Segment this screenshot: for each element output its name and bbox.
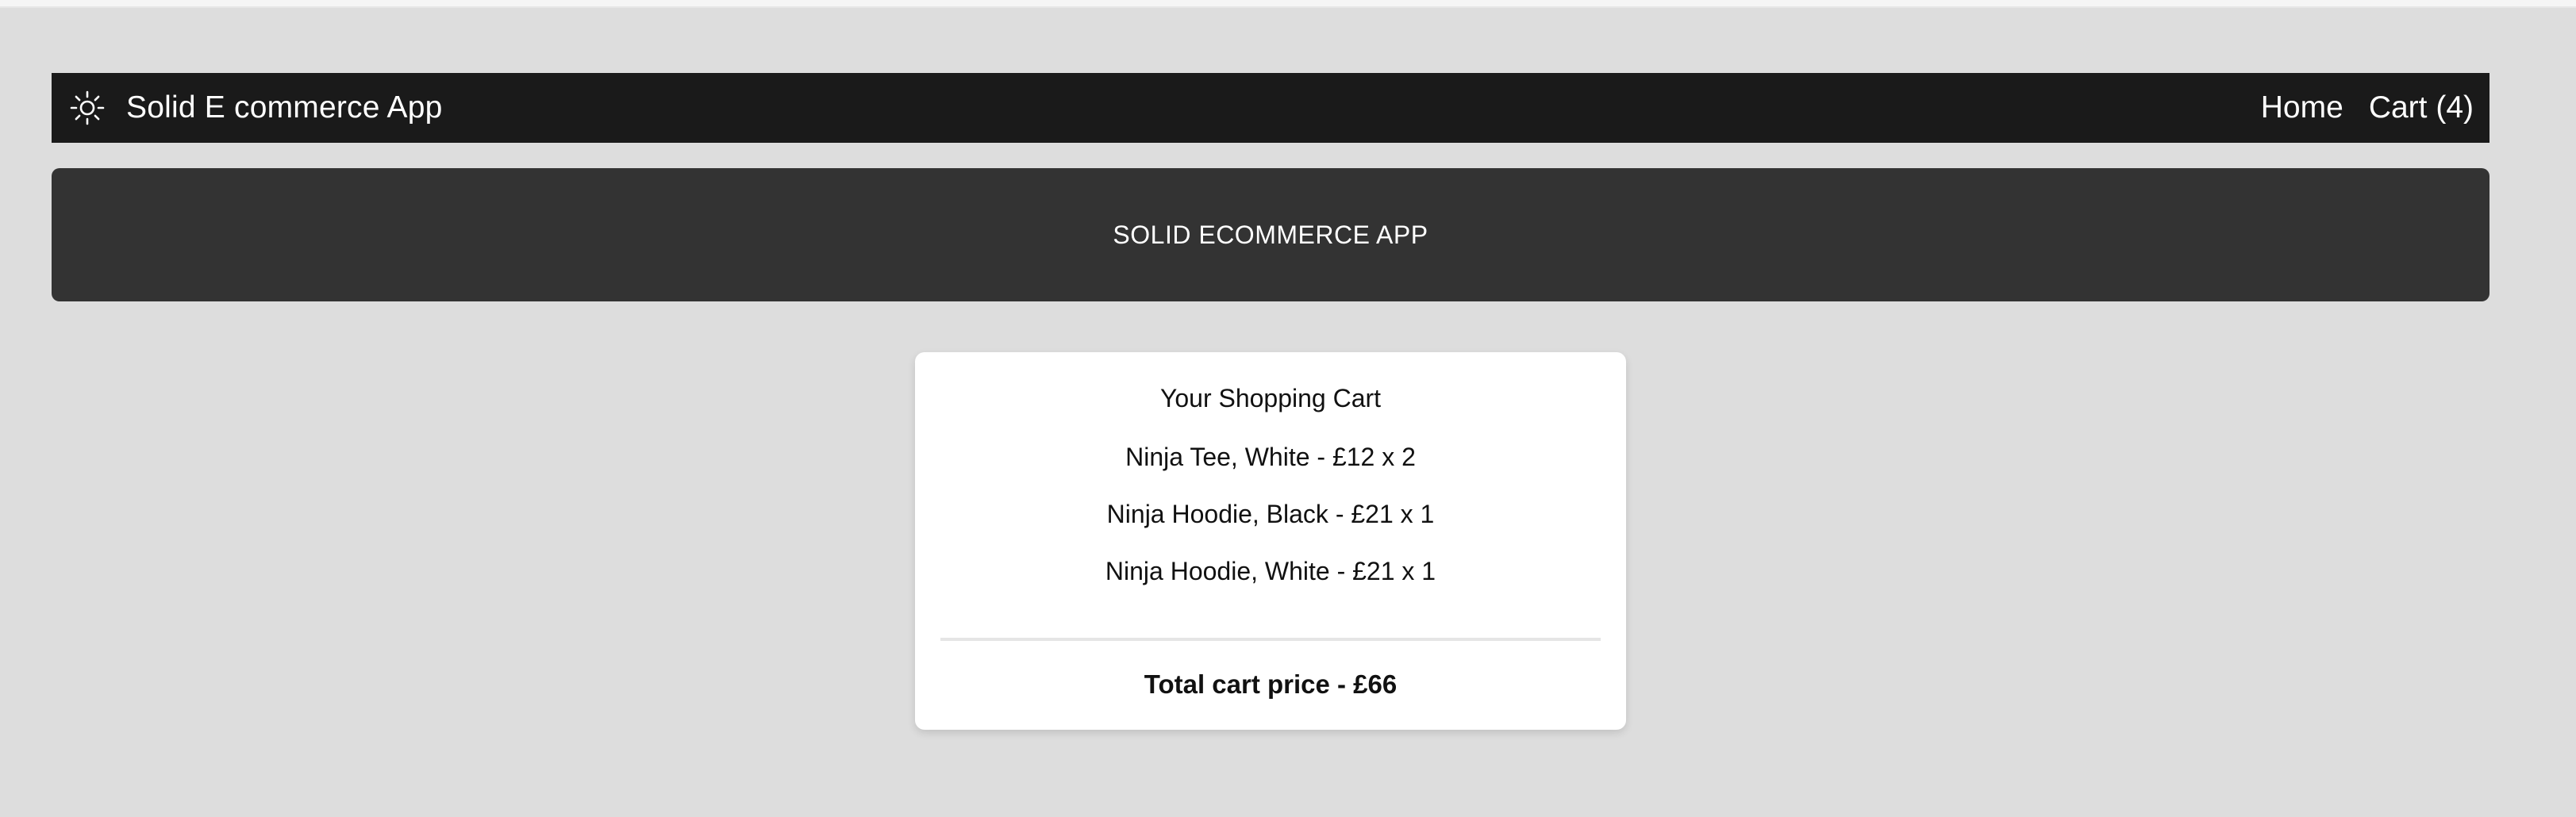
- hero-banner: SOLID ECOMMERCE APP: [52, 168, 2489, 301]
- navbar-links: Home Cart (4): [2261, 90, 2474, 125]
- nav-home-link[interactable]: Home: [2261, 90, 2343, 125]
- cart-item: Ninja Hoodie, White - £21 x 1: [1105, 557, 1436, 585]
- cart-title: Your Shopping Cart: [1159, 384, 1382, 412]
- cart-item: Ninja Hoodie, Black - £21 x 1: [1106, 500, 1435, 528]
- banner-title: SOLID ECOMMERCE APP: [1113, 220, 1428, 249]
- nav-cart-link[interactable]: Cart (4): [2369, 90, 2474, 125]
- app-brand: Solid E commerce App: [126, 90, 443, 125]
- cart-total: Total cart price - £66: [1144, 669, 1398, 699]
- sun-icon-svg: [70, 90, 105, 125]
- sun-icon[interactable]: [67, 88, 107, 128]
- browser-top-strip: [0, 0, 2576, 8]
- shopping-cart-card: Your Shopping Cart Ninja Tee, White - £1…: [915, 352, 1626, 730]
- cart-item-list: Ninja Tee, White - £12 x 2 Ninja Hoodie,…: [915, 441, 1626, 612]
- cart-divider: [940, 638, 1601, 641]
- cart-item: Ninja Tee, White - £12 x 2: [1125, 443, 1416, 471]
- navbar-left: Solid E commerce App: [67, 88, 443, 128]
- navbar: Solid E commerce App Home Cart (4): [52, 73, 2489, 143]
